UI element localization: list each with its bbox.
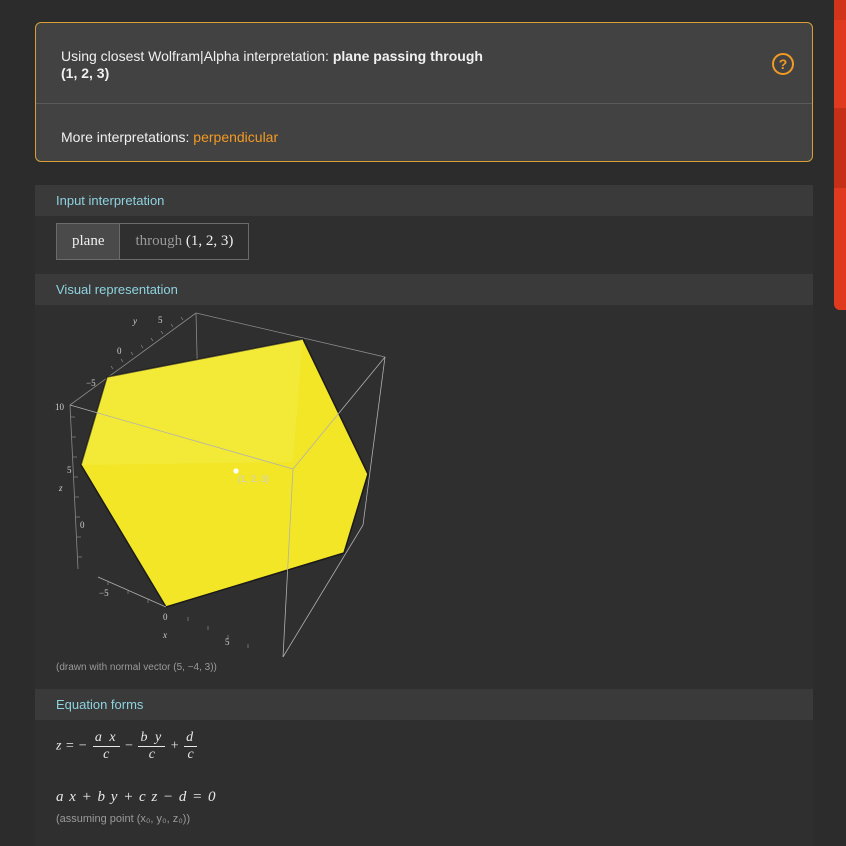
x-tick-5: 5 [225,637,230,647]
y-tick-0: 0 [117,346,122,356]
frac-den: c [148,747,155,762]
y-tick-5: 5 [158,315,163,325]
input-cell-point: (1, 2, 3) [182,233,234,249]
point-marker [233,468,239,474]
z-axis-label: z [58,483,63,493]
side-accent-strip [834,0,846,310]
plane-3d-svg: (1, 2, 3) y 5 0 −5 10 5 z 0 −5 0 x 5 [55,312,386,658]
fraction-ax-c: a xc [92,730,120,763]
pod-header-input: Input interpretation [35,185,813,216]
normal-vector-caption: (drawn with normal vector (5, −4, 3)) [56,662,217,673]
fraction-d-c: dc [184,730,198,763]
interpretation-prefix: Using closest Wolfram|Alpha interpretati… [61,48,333,64]
side-strip-segment [834,108,846,188]
frac-den: c [187,747,194,762]
fraction-by-c: b yc [138,730,166,763]
interpretation-box: Using closest Wolfram|Alpha interpretati… [35,22,813,162]
perpendicular-link[interactable]: perpendicular [193,129,278,145]
input-cell-plane: plane [57,224,121,259]
y-axis-label: y [132,316,137,326]
side-strip-segment [834,0,846,20]
plane-3d-plot[interactable]: (1, 2, 3) y 5 0 −5 10 5 z 0 −5 0 x 5 [53,307,393,667]
results-panel: Input interpretation plane through (1, 2… [35,185,813,846]
frac-num: b y [138,730,166,747]
eq1-op-minus: − [125,738,133,754]
pod-header-equations: Equation forms [35,689,813,720]
eq1-op-plus: + [170,738,179,754]
z-tick-10: 10 [55,402,65,412]
frac-num: d [184,730,198,747]
input-interpretation-table: plane through (1, 2, 3) [56,223,250,260]
frac-den: c [103,747,110,762]
input-cell-through-label: through [135,233,183,249]
x-axis-label: x [162,630,167,640]
z-tick-0: 0 [80,520,85,530]
equation-explicit: z = − a xc − b yc + dc [56,730,199,763]
y-axis-ticks [110,316,184,370]
interpretation-text: Using closest Wolfram|Alpha interpretati… [61,48,531,82]
more-interpretations: More interpretations: perpendicular [61,129,278,145]
interpretation-bold: plane passing through [332,48,483,64]
question-circle-icon[interactable]: ? [772,53,794,75]
plane-highlight [81,339,303,465]
page: Using closest Wolfram|Alpha interpretati… [0,0,846,846]
point-label: (1, 2, 3) [238,474,269,484]
pod-header-visual: Visual representation [35,274,813,305]
input-cell-through: through (1, 2, 3) [120,224,248,259]
eq1-lhs: z = − [56,738,88,754]
frac-num: a x [92,730,120,747]
interpretation-top: Using closest Wolfram|Alpha interpretati… [36,23,812,104]
equation-note: (assuming point (x₀, y₀, z₀)) [56,813,191,825]
y-tick-neg5: −5 [86,378,96,388]
interpretation-bold-point: (1, 2, 3) [61,65,110,81]
more-interpretations-label: More interpretations: [61,129,194,145]
x-tick-neg5: −5 [99,588,109,598]
x-tick-0: 0 [163,612,168,622]
equation-general: a x + b y + c z − d = 0 [56,789,217,805]
z-tick-5: 5 [67,465,72,475]
